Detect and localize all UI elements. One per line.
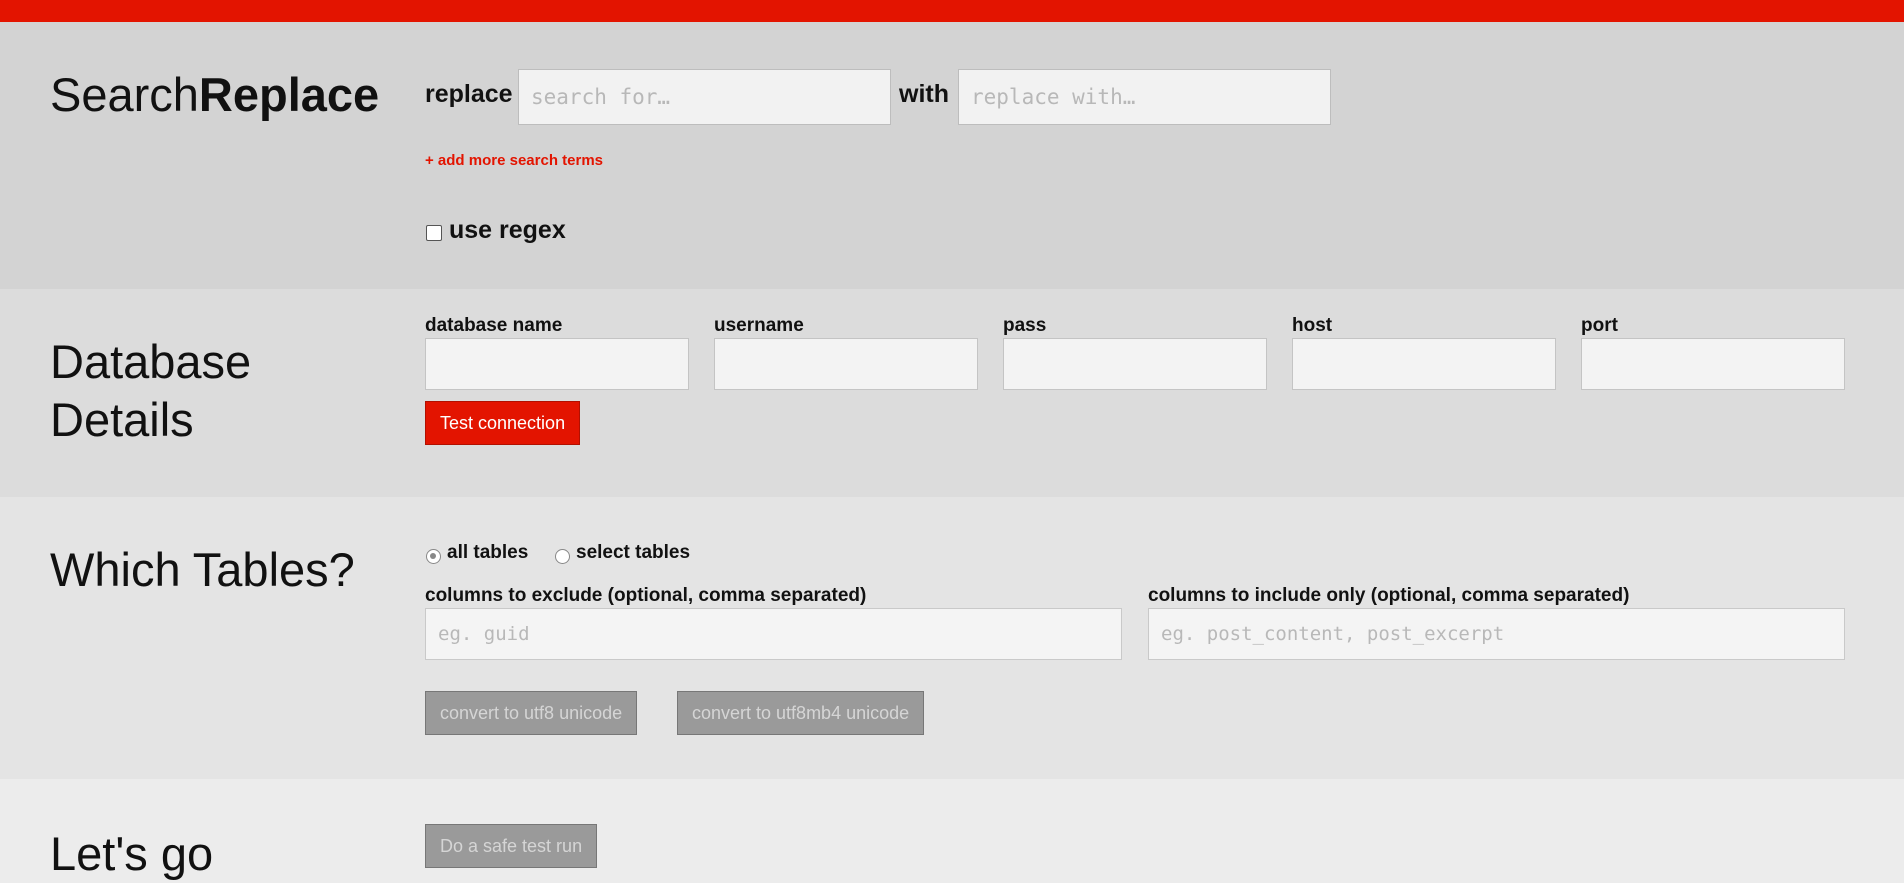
replace-label: replace (425, 80, 513, 108)
db-name-input[interactable] (425, 338, 689, 390)
db-username-input[interactable] (714, 338, 978, 390)
which-tables-section: Which Tables? all tables select tables c… (0, 497, 1904, 779)
convert-utf8mb4-button[interactable]: convert to utf8mb4 unicode (677, 691, 925, 735)
db-username-label: username (714, 315, 804, 336)
app-title-bold: Replace (198, 68, 380, 121)
safe-test-run-button[interactable]: Do a safe test run (425, 824, 598, 868)
app-title: SearchReplace (50, 66, 379, 124)
include-columns-label: columns to include only (optional, comma… (1148, 585, 1630, 606)
lets-go-title: Let's go (50, 827, 214, 880)
db-pass-label: pass (1003, 315, 1047, 336)
db-pass-input[interactable] (1003, 338, 1267, 390)
app-title-light: Search (50, 68, 199, 121)
top-accent-bar (0, 0, 1904, 22)
database-details-section: Database Details database name username p… (0, 289, 1904, 497)
db-host-label: host (1292, 315, 1333, 336)
lets-go-section: Let's go Do a safe test run (0, 779, 1904, 880)
include-columns-input[interactable] (1148, 608, 1845, 660)
which-tables-title: Which Tables? (50, 543, 355, 596)
search-for-input[interactable] (518, 69, 891, 125)
with-label: with (899, 80, 949, 108)
add-search-terms-link[interactable]: + add more search terms (425, 152, 603, 169)
exclude-columns-label: columns to exclude (optional, comma sepa… (425, 585, 867, 606)
all-tables-radio[interactable] (426, 549, 441, 564)
use-regex-checkbox[interactable] (426, 225, 442, 241)
select-tables-label: select tables (576, 542, 691, 563)
convert-utf8-button[interactable]: convert to utf8 unicode (425, 691, 638, 735)
test-connection-button[interactable]: Test connection (425, 401, 581, 445)
database-details-title: Database Details (50, 333, 251, 449)
use-regex-label: use regex (449, 216, 566, 244)
select-tables-radio[interactable] (555, 549, 570, 564)
db-name-label: database name (425, 315, 563, 336)
exclude-columns-input[interactable] (425, 608, 1122, 660)
database-title-line1: Database (50, 335, 252, 388)
all-tables-label: all tables (447, 542, 529, 563)
database-title-line2: Details (50, 393, 194, 446)
db-port-input[interactable] (1581, 338, 1845, 390)
db-port-label: port (1581, 315, 1618, 336)
search-replace-section: SearchReplace replace with + add more se… (0, 22, 1904, 289)
replace-with-input[interactable] (958, 69, 1331, 125)
db-host-input[interactable] (1292, 338, 1556, 390)
